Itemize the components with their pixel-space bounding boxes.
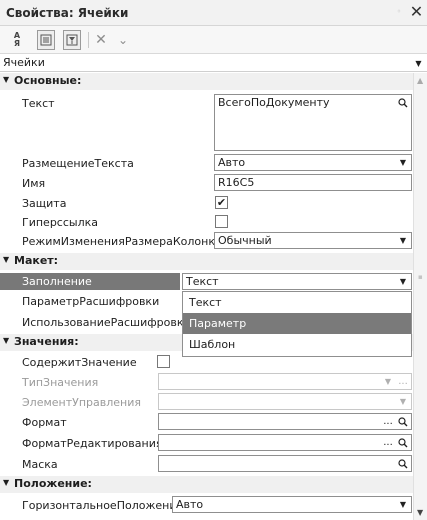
option-label: Текст (189, 296, 222, 309)
checkmark-icon: ✔ (216, 196, 227, 209)
prop-fill-selected[interactable]: Заполнение (0, 273, 180, 290)
search-icon[interactable] (395, 435, 411, 450)
search-icon[interactable] (395, 414, 411, 429)
fill-select[interactable]: Текст ▼ (182, 273, 412, 290)
text-input[interactable]: ВсегоПоДокументу (214, 94, 412, 151)
prop-label: Гиперссылка (22, 216, 98, 229)
mask-input[interactable] (158, 455, 412, 472)
group-label: Макет: (14, 254, 59, 267)
group-label: Основные: (14, 74, 82, 87)
fill-option-template[interactable]: Шаблон (183, 334, 411, 355)
scroll-down-icon[interactable]: ▼ (417, 508, 423, 517)
chevron-down-icon[interactable]: ▼ (395, 497, 411, 512)
prop-label: Маска (22, 458, 58, 471)
pin-icon[interactable]: ◦ (394, 7, 404, 17)
prop-label: РежимИзмененияРазмераКолонки (22, 235, 223, 248)
text-placement-select[interactable]: Авто ▼ (214, 154, 412, 171)
edit-format-input[interactable]: ... (158, 434, 412, 451)
control-select[interactable]: ▼ (158, 393, 412, 410)
group-label: Значения: (14, 335, 79, 348)
prop-label: СодержитЗначение (22, 356, 137, 369)
col-resize-select[interactable]: Обычный ▼ (214, 232, 412, 249)
prop-label: Заполнение (22, 275, 92, 288)
window-title: Свойства: Ячейки (6, 6, 129, 20)
categorize-icon[interactable] (37, 30, 55, 50)
sort-letter-bottom: Я (13, 39, 21, 48)
prop-label: ФорматРедактирования (22, 437, 163, 450)
prop-label: Текст (22, 97, 55, 110)
chevron-down-icon[interactable]: ▼ (395, 233, 411, 248)
search-icon[interactable] (395, 456, 411, 471)
prop-label: Защита (22, 197, 67, 210)
fill-option-text[interactable]: Текст (183, 292, 411, 313)
toolbar: А Я ✕ ⌄ (0, 26, 427, 54)
chevron-down-icon[interactable]: ▼ (395, 274, 411, 289)
group-basic[interactable]: ▼ Основные: (0, 73, 413, 90)
scroll-thumb[interactable]: ▪ (418, 273, 423, 281)
group-position[interactable]: ▼ Положение: (0, 476, 413, 493)
prop-label: ГоризонтальноеПоложение (22, 499, 184, 512)
chevron-down-icon[interactable]: ▼ (395, 155, 411, 170)
value-type-select[interactable]: ▼ ... (158, 373, 412, 390)
collapse-arrow-icon[interactable]: ▼ (3, 336, 9, 345)
h-pos-value: Авто (176, 498, 204, 511)
ellipsis-button[interactable]: ... (395, 374, 411, 389)
collapse-arrow-icon[interactable]: ▼ (3, 478, 9, 487)
property-list: ▼ Основные: Текст ВсегоПоДокументу Разме… (0, 73, 413, 520)
group-label: Положение: (14, 477, 92, 490)
title-bar: Свойства: Ячейки ◦ ✕ (0, 0, 427, 26)
prop-label: ТипЗначения (22, 376, 99, 389)
fill-option-parameter[interactable]: Параметр (183, 313, 411, 334)
text-placement-value: Авто (218, 156, 246, 169)
chevron-down-icon[interactable]: ▼ (410, 54, 427, 72)
name-input[interactable]: R16C5 (214, 174, 412, 191)
fill-dropdown-popup: Текст Параметр Шаблон (182, 291, 412, 357)
filter-icon[interactable] (63, 30, 81, 50)
h-pos-select[interactable]: Авто ▼ (172, 496, 412, 513)
prop-label: ИспользованиеРасшифровки (22, 316, 191, 329)
prop-label: Формат (22, 416, 67, 429)
protection-checkbox[interactable]: ✔ (215, 196, 228, 209)
option-label: Шаблон (189, 338, 236, 351)
option-label: Параметр (189, 317, 247, 330)
toolbar-separator (88, 32, 89, 48)
search-icon[interactable] (395, 95, 411, 110)
object-selector[interactable]: Ячейки ▼ (0, 54, 427, 72)
text-value: ВсегоПоДокументу (218, 96, 330, 109)
sort-alphabetical-icon[interactable]: А Я (8, 30, 26, 50)
prop-label: Имя (22, 177, 46, 190)
fill-value: Текст (186, 275, 219, 288)
ellipsis-button[interactable]: ... (380, 435, 396, 450)
prop-label: ПараметрРасшифровки (22, 295, 160, 308)
collapse-arrow-icon[interactable]: ▼ (3, 75, 9, 84)
group-layout[interactable]: ▼ Макет: (0, 253, 413, 270)
contains-value-checkbox[interactable] (157, 355, 170, 368)
prop-label: ЭлементУправления (22, 396, 142, 409)
collapse-arrow-icon[interactable]: ▼ (3, 255, 9, 264)
format-input[interactable]: ... (158, 413, 412, 430)
name-value: R16C5 (218, 176, 255, 189)
hyperlink-checkbox[interactable] (215, 215, 228, 228)
ellipsis-button[interactable]: ... (380, 414, 396, 429)
clear-icon[interactable]: ✕ (94, 30, 108, 50)
scroll-up-icon[interactable]: ▲ (417, 76, 423, 85)
col-resize-value: Обычный (218, 234, 272, 247)
vertical-scrollbar[interactable]: ▲ ▪ ▼ (413, 73, 427, 520)
close-icon[interactable]: ✕ (408, 3, 425, 21)
chevron-down-icon[interactable]: ▼ (395, 394, 411, 409)
expand-chevron-icon[interactable]: ⌄ (116, 30, 130, 50)
object-name: Ячейки (3, 56, 45, 69)
chevron-down-icon[interactable]: ▼ (380, 374, 396, 389)
prop-label: РазмещениеТекста (22, 157, 134, 170)
